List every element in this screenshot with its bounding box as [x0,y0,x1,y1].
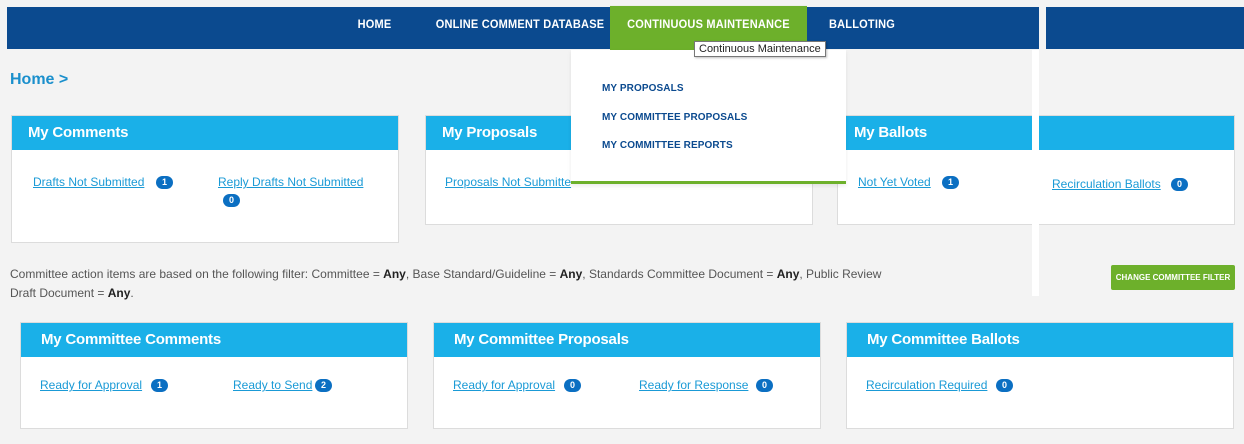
cc-ready-send-link[interactable]: Ready to Send [233,378,312,392]
breadcrumb[interactable]: Home > [10,71,68,89]
recirculation-ballots-link[interactable]: Recirculation Ballots [1052,177,1161,191]
menu-my-committee-proposals[interactable]: MY COMMITTEE PROPOSALS [602,112,747,123]
filter-base-label: , Base Standard/Guideline = [405,267,560,281]
committee-proposals-card: My Committee Proposals Ready for Approva… [433,322,821,429]
recirculation-required-link[interactable]: Recirculation Required [866,378,987,392]
filter-committee-value: Any [383,267,406,281]
filter-public-value: Any [107,286,131,300]
not-yet-voted-link[interactable]: Not Yet Voted [858,175,931,189]
drafts-count-badge: 1 [156,176,173,189]
filter-scd-label: , Standards Committee Document = [582,267,777,281]
committee-proposals-title: My Committee Proposals [434,323,820,357]
cp-ready-response-link[interactable]: Ready for Response [639,378,748,392]
nav-home[interactable]: HOME [327,6,422,50]
committee-ballots-title: My Committee Ballots [847,323,1233,357]
recirculation-ballots-badge: 0 [1171,178,1188,191]
recirculation-required-badge: 0 [996,379,1013,392]
cc-ready-approval-badge: 1 [151,379,168,392]
cp-ready-approval-link[interactable]: Ready for Approval [453,378,555,392]
cp-ready-response-badge: 0 [756,379,773,392]
top-nav: HOME ONLINE COMMENT DATABASE CONTINUOUS … [7,5,1244,51]
cc-ready-send-badge: 2 [315,379,332,392]
continuous-maintenance-menu: MY PROPOSALS MY COMMITTEE PROPOSALS MY C… [571,50,846,184]
committee-filter-text: Committee action items are based on the … [10,265,910,303]
not-yet-voted-badge: 1 [942,176,959,189]
reply-drafts-link[interactable]: Reply Drafts Not Submitted [218,175,363,189]
proposals-not-submitted-link[interactable]: Proposals Not Submitte [445,175,571,189]
menu-overlay-strip [1032,50,1039,296]
filter-suffix: . [130,286,134,300]
change-committee-filter-button[interactable]: CHANGE COMMITTEE FILTER [1111,265,1235,290]
committee-ballots-card: My Committee Ballots Recirculation Requi… [846,322,1234,429]
nav-divider [1039,7,1046,49]
filter-scd-value: Any [776,267,800,281]
menu-my-proposals[interactable]: MY PROPOSALS [602,83,684,94]
drafts-not-submitted-link[interactable]: Drafts Not Submitted [33,175,144,189]
cc-ready-approval-link[interactable]: Ready for Approval [40,378,142,392]
my-comments-card: My Comments Drafts Not Submitted 1 Reply… [11,115,399,243]
committee-comments-card: My Committee Comments Ready for Approval… [20,322,408,429]
menu-my-committee-reports[interactable]: MY COMMITTEE REPORTS [602,140,733,151]
reply-drafts-count-badge: 0 [223,194,240,207]
cp-ready-approval-badge: 0 [564,379,581,392]
nav-online-comment-database[interactable]: ONLINE COMMENT DATABASE [422,6,618,50]
committee-comments-title: My Committee Comments [21,323,407,357]
filter-prefix: Committee action items are based on the … [10,267,384,281]
filter-base-value: Any [559,267,583,281]
my-comments-title: My Comments [12,116,398,150]
nav-tooltip: Continuous Maintenance [694,41,826,57]
